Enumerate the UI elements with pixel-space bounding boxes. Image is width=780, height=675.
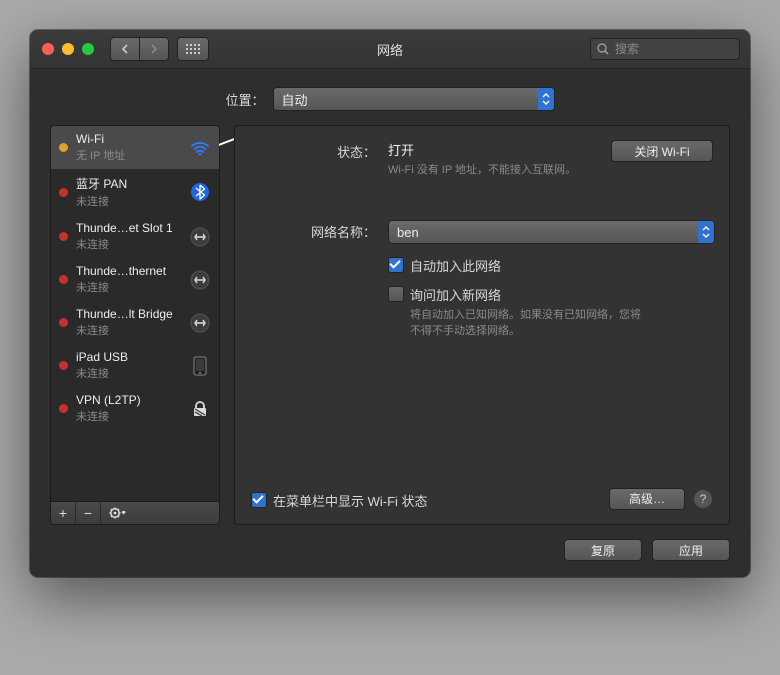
sidebar-item-label: Thunde…lt Bridge bbox=[76, 307, 181, 321]
sidebar-item-status: 未连接 bbox=[76, 236, 181, 252]
gear-icon bbox=[109, 507, 127, 519]
network-preferences-window: 网络 位置： 自动 bbox=[30, 30, 750, 577]
ask-join-subtext: 将自动加入已知网络。如果没有已知网络，您将不得不手动选择网络。 bbox=[410, 308, 650, 339]
search-field[interactable] bbox=[590, 38, 740, 60]
location-select[interactable]: 自动 bbox=[273, 87, 555, 111]
search-input[interactable] bbox=[613, 41, 733, 57]
nav-buttons bbox=[110, 37, 169, 61]
sidebar-item-status: 无 IP 地址 bbox=[76, 147, 181, 163]
chevron-left-icon bbox=[121, 44, 129, 54]
sidebar-item-vpn[interactable]: VPN (L2TP) 未连接 bbox=[51, 387, 219, 430]
grid-icon bbox=[186, 44, 200, 54]
select-stepper-icon bbox=[538, 88, 554, 110]
sidebar-item-thunderbolt-bridge[interactable]: Thunde…lt Bridge 未连接 bbox=[51, 301, 219, 344]
titlebar: 网络 bbox=[30, 30, 750, 69]
status-dot bbox=[59, 188, 68, 197]
sidebar-item-label: Wi-Fi bbox=[76, 132, 181, 146]
sidebar-item-wifi[interactable]: Wi-Fi 无 IP 地址 bbox=[51, 126, 219, 169]
auto-join-checkbox[interactable] bbox=[388, 257, 404, 273]
ipad-icon bbox=[189, 355, 211, 377]
remove-interface-button[interactable]: − bbox=[76, 502, 101, 524]
select-stepper-icon bbox=[698, 221, 714, 243]
detail-footer: 在菜单栏中显示 Wi-Fi 状态 高级… ? bbox=[251, 487, 713, 510]
sidebar-item-label: VPN (L2TP) bbox=[76, 393, 181, 407]
sidebar-item-ipad-usb[interactable]: iPad USB 未连接 bbox=[51, 344, 219, 387]
sidebar-item-status: 未连接 bbox=[76, 365, 181, 381]
sidebar-toolbar: + − bbox=[50, 502, 220, 525]
status-dot bbox=[59, 318, 68, 327]
status-row: 状态： 打开 Wi-Fi 没有 IP 地址，不能接入互联网。 关闭 Wi-Fi bbox=[251, 140, 713, 178]
sidebar-item-status: 未连接 bbox=[76, 279, 181, 295]
zoom-window-button[interactable] bbox=[82, 43, 94, 55]
forward-button[interactable] bbox=[140, 37, 169, 61]
lock-icon bbox=[189, 398, 211, 420]
sidebar-item-status: 未连接 bbox=[76, 408, 181, 424]
advanced-button[interactable]: 高级… bbox=[609, 488, 685, 510]
sidebar-item-thunderbolt-slot1[interactable]: Thunde…et Slot 1 未连接 bbox=[51, 215, 219, 258]
status-dot bbox=[59, 143, 68, 152]
menubar-checkbox-row: 在菜单栏中显示 Wi-Fi 状态 bbox=[251, 491, 428, 510]
sidebar-item-label: 蓝牙 PAN bbox=[76, 175, 181, 192]
chevron-right-icon bbox=[150, 44, 158, 54]
interfaces-list: Wi-Fi 无 IP 地址 蓝牙 PAN 未连接 bbox=[50, 125, 220, 502]
search-icon bbox=[597, 43, 609, 55]
interfaces-sidebar: Wi-Fi 无 IP 地址 蓝牙 PAN 未连接 bbox=[50, 125, 220, 525]
network-name-row: 网络名称： ben 自动加入此网络 bbox=[251, 220, 713, 339]
thunderbolt-icon bbox=[189, 226, 211, 248]
thunderbolt-icon bbox=[189, 269, 211, 291]
traffic-lights bbox=[42, 43, 94, 55]
status-dot bbox=[59, 404, 68, 413]
location-label: 位置： bbox=[225, 90, 264, 109]
sidebar-item-label: Thunde…thernet bbox=[76, 264, 181, 278]
status-dot bbox=[59, 232, 68, 241]
status-dot bbox=[59, 275, 68, 284]
detail-panel: 状态： 打开 Wi-Fi 没有 IP 地址，不能接入互联网。 关闭 Wi-Fi bbox=[234, 125, 730, 525]
wifi-icon bbox=[189, 137, 211, 159]
location-value: 自动 bbox=[274, 90, 538, 109]
menubar-label: 在菜单栏中显示 Wi-Fi 状态 bbox=[273, 491, 428, 510]
ask-join-checkbox[interactable] bbox=[388, 286, 404, 302]
network-name-select[interactable]: ben bbox=[388, 220, 715, 244]
interface-action-menu[interactable] bbox=[101, 502, 135, 524]
revert-button[interactable]: 复原 bbox=[564, 539, 642, 561]
bluetooth-icon bbox=[189, 181, 211, 203]
network-name-label: 网络名称： bbox=[251, 220, 388, 339]
thunderbolt-icon bbox=[189, 312, 211, 334]
ask-join-label: 询问加入新网络 bbox=[410, 285, 650, 304]
sidebar-item-thunderbolt-ethernet[interactable]: Thunde…thernet 未连接 bbox=[51, 258, 219, 301]
status-value: 打开 bbox=[388, 140, 611, 159]
status-label: 状态： bbox=[251, 140, 388, 178]
help-button[interactable]: ? bbox=[693, 489, 713, 509]
auto-join-checkbox-row: 自动加入此网络 bbox=[388, 256, 713, 275]
network-name-value: ben bbox=[389, 225, 698, 240]
apply-button[interactable]: 应用 bbox=[652, 539, 730, 561]
sidebar-item-bluetooth-pan[interactable]: 蓝牙 PAN 未连接 bbox=[51, 169, 219, 215]
status-subtext: Wi-Fi 没有 IP 地址，不能接入互联网。 bbox=[388, 163, 611, 178]
minimize-window-button[interactable] bbox=[62, 43, 74, 55]
sidebar-item-status: 未连接 bbox=[76, 322, 181, 338]
location-row: 位置： 自动 bbox=[50, 87, 730, 111]
sidebar-item-label: iPad USB bbox=[76, 350, 181, 364]
ask-join-checkbox-row: 询问加入新网络 将自动加入已知网络。如果没有已知网络，您将不得不手动选择网络。 bbox=[388, 285, 713, 339]
add-interface-button[interactable]: + bbox=[51, 502, 76, 524]
window-footer-buttons: 复原 应用 bbox=[50, 539, 730, 561]
status-dot bbox=[59, 361, 68, 370]
toggle-wifi-button[interactable]: 关闭 Wi-Fi bbox=[611, 140, 713, 162]
sidebar-item-status: 未连接 bbox=[76, 193, 181, 209]
window-body: 位置： 自动 Wi-Fi 无 IP 地址 bbox=[30, 69, 750, 577]
menubar-checkbox[interactable] bbox=[251, 492, 267, 508]
close-window-button[interactable] bbox=[42, 43, 54, 55]
back-button[interactable] bbox=[110, 37, 140, 61]
show-all-button[interactable] bbox=[177, 37, 209, 61]
auto-join-label: 自动加入此网络 bbox=[410, 256, 501, 275]
sidebar-item-label: Thunde…et Slot 1 bbox=[76, 221, 181, 235]
